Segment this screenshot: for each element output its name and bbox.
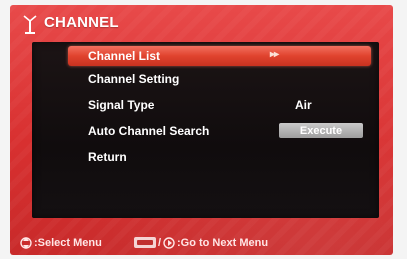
tv-screen: CHANNEL Channel List ▸▸ Channel Setting … bbox=[10, 5, 393, 255]
enter-key-icon bbox=[134, 237, 156, 248]
menu-item-channel-setting[interactable]: Channel Setting bbox=[88, 72, 179, 86]
submenu-arrow-icon: ▸▸ bbox=[270, 49, 279, 60]
menu-item-auto-channel-search[interactable]: Auto Channel Search bbox=[88, 124, 209, 138]
up-down-nav-icon bbox=[20, 237, 32, 249]
select-menu-hint: :Select Menu bbox=[34, 237, 102, 249]
hint-separator: / bbox=[158, 237, 162, 249]
footer-help: :Select Menu / :Go to Next Menu bbox=[10, 230, 393, 252]
signal-type-value: Air bbox=[295, 98, 312, 112]
menu-item-return[interactable]: Return bbox=[88, 150, 127, 164]
page-title: CHANNEL bbox=[44, 14, 119, 31]
menu-panel: Channel List ▸▸ Channel Setting Signal T… bbox=[32, 42, 379, 218]
menu-header: CHANNEL bbox=[10, 5, 393, 41]
antenna-icon bbox=[23, 15, 37, 34]
menu-item-channel-list[interactable]: Channel List ▸▸ bbox=[68, 46, 371, 66]
menu-item-label: Channel List bbox=[88, 49, 161, 63]
next-menu-hint: :Go to Next Menu bbox=[177, 237, 269, 249]
execute-button[interactable]: Execute bbox=[279, 123, 363, 138]
menu-item-signal-type[interactable]: Signal Type bbox=[88, 98, 154, 112]
right-nav-icon bbox=[163, 237, 175, 249]
